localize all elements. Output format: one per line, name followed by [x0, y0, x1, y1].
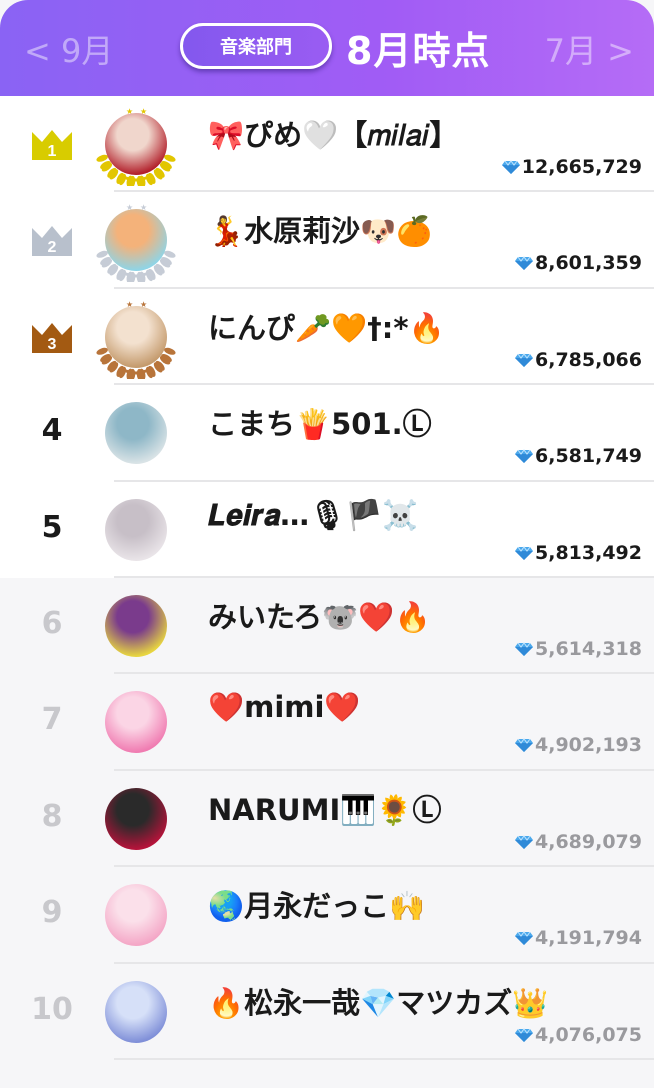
- score-value: 5,813,492: [535, 541, 642, 564]
- avatar-container[interactable]: [96, 492, 176, 572]
- avatar: [105, 498, 167, 561]
- user-name[interactable]: 🌏月永だっこ🙌: [208, 883, 425, 925]
- avatar: [105, 980, 167, 1043]
- score-value: 4,191,794: [535, 927, 642, 950]
- ranking-row[interactable]: 7 ❤️mimi❤️ 4,902,193: [0, 674, 654, 771]
- diamond-icon: [515, 834, 534, 849]
- ranking-row[interactable]: 4 こまち🍟501.Ⓛ 6,581,749: [0, 385, 654, 482]
- next-month-button[interactable]: 7月 >: [545, 26, 634, 72]
- score: 4,076,075: [515, 1024, 642, 1046]
- score-value: 6,785,066: [535, 348, 642, 371]
- ranking-row[interactable]: 1 ★ ★ 🎀ぴめ🤍【𝑚𝑖𝑙𝑎𝑖】 12,665,729: [0, 96, 654, 193]
- category-button[interactable]: 音楽部門: [180, 23, 332, 69]
- user-name[interactable]: NARUMI🎹🌻Ⓛ: [208, 787, 441, 829]
- avatar: [105, 402, 167, 465]
- rank-number: 8: [41, 798, 63, 834]
- avatar: [105, 884, 167, 947]
- rank-number: 6: [41, 605, 63, 641]
- avatar: [105, 209, 167, 272]
- rank-number: 4: [41, 413, 63, 449]
- avatar-container[interactable]: [96, 781, 176, 861]
- ranking-row[interactable]: 10 🔥松永一哉💎マツカズ👑 4,076,075: [0, 964, 654, 1060]
- rank-number: 1: [48, 143, 57, 160]
- rank-number: 9: [41, 895, 63, 931]
- diamond-icon: [515, 738, 534, 753]
- avatar: [105, 594, 167, 657]
- score: 5,614,318: [515, 638, 642, 660]
- score: 8,601,359: [515, 252, 642, 274]
- avatar-container[interactable]: [96, 684, 176, 764]
- crown-icon: 2: [32, 226, 72, 257]
- avatar-container[interactable]: [96, 588, 176, 668]
- score: 6,785,066: [515, 349, 642, 371]
- ranking-row[interactable]: 2 ★ ★ 💃水原莉沙🐶🍊 8,601,359: [0, 192, 654, 289]
- diamond-icon: [515, 449, 534, 464]
- diamond-icon: [515, 642, 534, 656]
- user-name[interactable]: 𝑳𝒆𝒊𝒓𝒂…🎙🏴☠️: [208, 498, 418, 533]
- user-name[interactable]: 🔥松永一哉💎マツカズ👑: [208, 980, 548, 1022]
- score: 4,902,193: [515, 734, 642, 756]
- ranking-page: < 9月 音楽部門 8月時点 7月 > 1 ★ ★ 🎀ぴめ🤍【𝑚𝑖𝑙𝑎𝑖】 12,…: [0, 0, 654, 1088]
- score-value: 8,601,359: [535, 252, 642, 275]
- score-value: 4,902,193: [535, 734, 642, 757]
- avatar-container[interactable]: ★ ★: [96, 299, 176, 379]
- score-value: 4,076,075: [535, 1023, 642, 1046]
- ranking-row[interactable]: 8 NARUMI🎹🌻Ⓛ 4,689,079: [0, 771, 654, 868]
- avatar: [105, 305, 167, 368]
- user-name[interactable]: 🎀ぴめ🤍【𝑚𝑖𝑙𝑎𝑖】: [208, 112, 458, 154]
- user-name[interactable]: にんぴ🥕🧡†:*🔥: [208, 305, 445, 347]
- prev-month-button[interactable]: < 9月: [24, 26, 113, 72]
- avatar: [105, 787, 167, 850]
- diamond-icon: [515, 545, 534, 560]
- score-value: 5,614,318: [535, 637, 642, 660]
- page-title: 8月時点: [346, 29, 491, 73]
- score-value: 12,665,729: [521, 156, 642, 178]
- rank-number: 7: [41, 702, 63, 738]
- diamond-icon: [515, 352, 534, 367]
- rank-number: 5: [41, 509, 63, 545]
- score: 4,191,794: [515, 927, 642, 949]
- ranking-row[interactable]: 3 ★ ★ にんぴ🥕🧡†:*🔥 6,785,066: [0, 288, 654, 386]
- avatar-container[interactable]: [96, 974, 176, 1054]
- rank-number: 10: [31, 991, 73, 1027]
- diamond-icon: [501, 160, 520, 174]
- ranking-row[interactable]: 9 🌏月永だっこ🙌 4,191,794: [0, 867, 654, 964]
- ranking-row[interactable]: 5 𝑳𝒆𝒊𝒓𝒂…🎙🏴☠️ 5,813,492: [0, 481, 654, 578]
- user-name[interactable]: こまち🍟501.Ⓛ: [208, 401, 432, 443]
- crown-icon: 1: [32, 130, 72, 160]
- ranking-row[interactable]: 6 みいたろ🐨❤️🔥 5,614,318: [0, 578, 654, 675]
- avatar: [105, 691, 167, 754]
- user-name[interactable]: ❤️mimi❤️: [208, 690, 361, 725]
- avatar-container[interactable]: ★ ★: [96, 202, 176, 283]
- diamond-icon: [515, 256, 534, 271]
- crown-icon: 3: [32, 322, 72, 353]
- rank-number: 2: [48, 239, 57, 256]
- score: 4,689,079: [515, 831, 642, 853]
- avatar-container[interactable]: ★ ★: [96, 106, 176, 186]
- score-value: 4,689,079: [535, 830, 642, 853]
- header-bar: < 9月 音楽部門 8月時点 7月 >: [0, 0, 654, 96]
- ranking-list: 1 ★ ★ 🎀ぴめ🤍【𝑚𝑖𝑙𝑎𝑖】 12,665,729 2 ★ ★ 💃水原莉沙…: [0, 96, 654, 1060]
- rank-number: 3: [48, 336, 57, 353]
- diamond-icon: [515, 1027, 534, 1042]
- avatar: [105, 113, 167, 175]
- score-value: 6,581,749: [535, 445, 642, 468]
- user-name[interactable]: 💃水原莉沙🐶🍊: [208, 208, 432, 250]
- row-divider: [114, 1057, 654, 1060]
- avatar-container[interactable]: [96, 395, 176, 475]
- user-name[interactable]: みいたろ🐨❤️🔥: [208, 594, 431, 636]
- avatar-container[interactable]: [96, 877, 176, 957]
- score: 5,813,492: [515, 542, 642, 564]
- diamond-icon: [515, 931, 534, 946]
- score: 6,581,749: [515, 445, 642, 467]
- score: 12,665,729: [501, 156, 642, 178]
